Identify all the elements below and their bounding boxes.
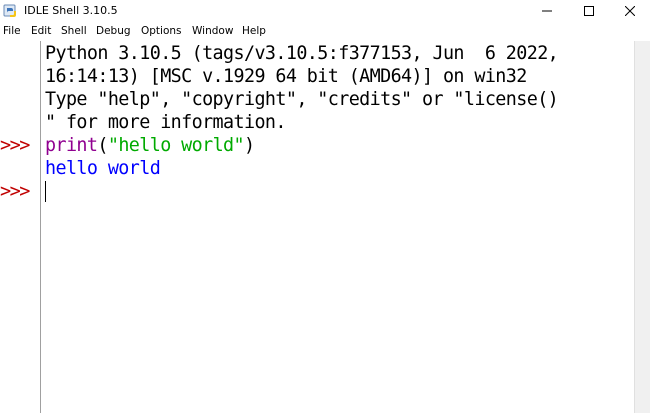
banner-line: 16:14:13) [MSC v.1929 64 bit (AMD64)] on… [45,66,527,87]
menu-bar: File Edit Shell Debug Options Window Hel… [0,22,650,41]
input-line: print("hello world") [45,134,255,157]
builtin-print: print [45,135,98,156]
close-paren: ) [244,135,255,156]
menu-debug[interactable]: Debug [96,24,131,39]
maximize-icon [584,6,594,16]
text-cursor [45,181,46,202]
prompt-gutter: >>> >>> [0,41,41,413]
maximize-button[interactable] [569,0,609,22]
idle-python-icon [3,4,16,17]
open-paren: ( [97,135,108,156]
minimize-button[interactable] [527,0,567,22]
window-title: IDLE Shell 3.10.5 [24,4,118,17]
menu-edit[interactable]: Edit [31,24,51,39]
shell-text[interactable]: Python 3.10.5 (tags/v3.10.5:f377153, Jun… [45,41,633,413]
menu-shell[interactable]: Shell [61,24,87,39]
title-bar[interactable]: IDLE Shell 3.10.5 [0,0,650,22]
string-literal: "hello world" [107,135,245,156]
banner-line: " for more information. [45,112,286,133]
minimize-icon [542,10,552,12]
banner-line: Python 3.10.5 (tags/v3.10.5:f377153, Jun… [45,43,559,64]
idle-shell-window: IDLE Shell 3.10.5 File Edit Shell Debug … [0,0,650,413]
close-button[interactable] [610,0,650,22]
shell-prompt: >>> [0,181,30,202]
banner-line: Type "help", "copyright", "credits" or "… [45,89,559,110]
vertical-scrollbar[interactable] [634,41,650,413]
menu-file[interactable]: File [3,24,21,39]
menu-window[interactable]: Window [192,24,233,39]
shell-area[interactable]: >>> >>> Python 3.10.5 (tags/v3.10.5:f377… [0,41,634,413]
shell-prompt: >>> [0,135,30,156]
menu-help[interactable]: Help [242,24,266,39]
close-icon [625,6,635,16]
stdout-line: hello world [45,158,161,179]
menu-options[interactable]: Options [141,24,182,39]
